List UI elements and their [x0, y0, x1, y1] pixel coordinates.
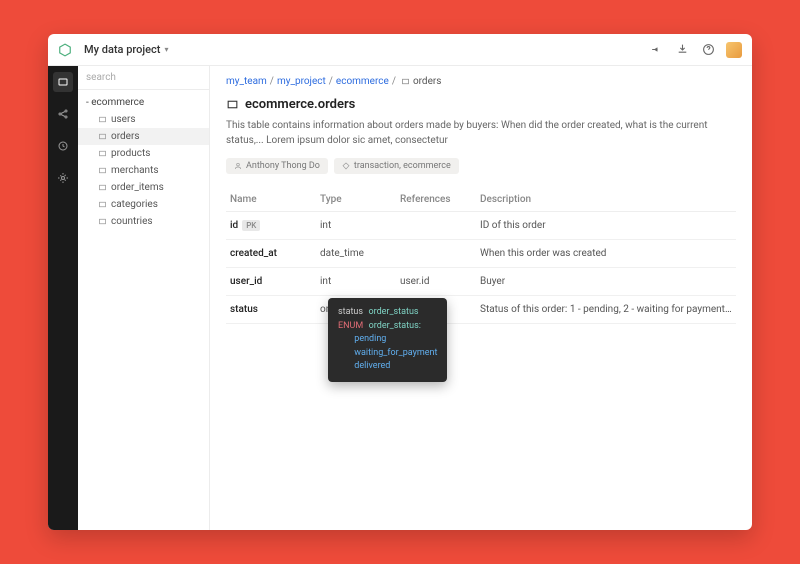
sidebar-item-label: order_items	[111, 182, 164, 193]
col-name: user_id	[226, 268, 316, 296]
tag-icon	[342, 162, 350, 170]
table-icon	[98, 200, 107, 209]
sidebar-item-label: users	[111, 114, 136, 125]
help-icon[interactable]	[700, 42, 716, 58]
columns-table: Name Type References Description id PK in…	[226, 188, 736, 324]
sidebar-item-users[interactable]: users	[78, 111, 209, 128]
table-row[interactable]: user_id int user.id Buyer	[226, 268, 736, 296]
table-header-row: Name Type References Description	[226, 188, 736, 212]
tooltip-enum-name: order_status:	[369, 321, 421, 331]
table-icon	[401, 77, 410, 86]
nav-rail	[48, 66, 78, 530]
page-title-row: ecommerce.orders	[226, 97, 736, 112]
app-window: My data project ▾ search - ecommerce use…	[48, 34, 752, 530]
breadcrumb: my_team/my_project/ecommerce/ orders	[226, 76, 736, 87]
sidebar-item-label: merchants	[111, 165, 159, 176]
tree: - ecommerce users orders products mercha…	[78, 90, 209, 234]
table-row[interactable]: status order_status Status of this order…	[226, 296, 736, 324]
pk-badge: PK	[242, 220, 260, 231]
table-icon	[98, 183, 107, 192]
breadcrumb-link[interactable]: my_team	[226, 76, 267, 87]
rail-tables-icon[interactable]	[53, 72, 73, 92]
col-type: date_time	[316, 240, 396, 268]
tag-label: transaction, ecommerce	[354, 161, 451, 171]
tree-root-label: ecommerce	[91, 97, 144, 108]
chevron-down-icon[interactable]: ▾	[164, 45, 168, 54]
sidebar-item-label: orders	[111, 131, 140, 142]
sidebar-item-products[interactable]: products	[78, 145, 209, 162]
tree-root[interactable]: - ecommerce	[78, 94, 209, 111]
share-icon[interactable]	[648, 42, 664, 58]
tooltip-enum-val: pending	[354, 334, 386, 344]
col-header-type: Type	[316, 188, 396, 212]
project-name[interactable]: My data project	[84, 43, 160, 56]
app-body: search - ecommerce users orders products…	[48, 66, 752, 530]
breadcrumb-link[interactable]: ecommerce	[336, 76, 389, 87]
sidebar: search - ecommerce users orders products…	[78, 66, 210, 530]
search-input[interactable]: search	[78, 66, 209, 90]
table-icon	[98, 132, 107, 141]
sidebar-item-label: categories	[111, 199, 158, 210]
table-icon	[98, 115, 107, 124]
sidebar-item-label: countries	[111, 216, 153, 227]
col-desc: ID of this order	[476, 212, 736, 240]
col-header-name: Name	[226, 188, 316, 212]
rail-share-icon[interactable]	[53, 104, 73, 124]
enum-tooltip: status order_status ENUM order_status: p…	[328, 298, 447, 382]
col-ref	[396, 212, 476, 240]
col-header-description: Description	[476, 188, 736, 212]
tooltip-field: status	[338, 307, 363, 317]
page-title: ecommerce.orders	[245, 97, 355, 112]
table-icon	[98, 166, 107, 175]
tooltip-enum-kw: ENUM	[338, 321, 363, 331]
rail-settings-icon[interactable]	[53, 168, 73, 188]
table-row[interactable]: id PK int ID of this order	[226, 212, 736, 240]
main-content: my_team/my_project/ecommerce/ orders eco…	[210, 66, 752, 530]
avatar[interactable]	[726, 42, 742, 58]
col-desc: Status of this order: 1 - pending, 2 - w…	[476, 296, 736, 324]
sidebar-item-categories[interactable]: categories	[78, 196, 209, 213]
topbar: My data project ▾	[48, 34, 752, 66]
col-ref[interactable]: user.id	[396, 268, 476, 296]
download-icon[interactable]	[674, 42, 690, 58]
col-name: status	[226, 296, 316, 324]
tag-label: Anthony Thong Do	[246, 161, 320, 171]
col-ref	[396, 240, 476, 268]
tooltip-enum-val: waiting_for_payment	[354, 348, 437, 358]
col-desc: Buyer	[476, 268, 736, 296]
table-icon	[98, 149, 107, 158]
table-icon	[98, 217, 107, 226]
col-header-references: References	[396, 188, 476, 212]
sidebar-item-countries[interactable]: countries	[78, 213, 209, 230]
col-type: int	[316, 268, 396, 296]
sidebar-item-order_items[interactable]: order_items	[78, 179, 209, 196]
tag-row: Anthony Thong Do transaction, ecommerce	[226, 158, 736, 174]
sidebar-item-orders[interactable]: orders	[78, 128, 209, 145]
topic-tag[interactable]: transaction, ecommerce	[334, 158, 459, 174]
col-desc: When this order was created	[476, 240, 736, 268]
col-name: id	[230, 220, 238, 231]
sidebar-item-merchants[interactable]: merchants	[78, 162, 209, 179]
breadcrumb-link[interactable]: my_project	[277, 76, 326, 87]
logo-icon	[58, 43, 72, 57]
col-name: created_at	[226, 240, 316, 268]
user-icon	[234, 162, 242, 170]
sidebar-item-label: products	[111, 148, 150, 159]
tooltip-enum-val: delivered	[354, 361, 390, 371]
breadcrumb-current: orders	[413, 76, 442, 87]
tooltip-type: order_status	[368, 307, 418, 317]
table-row[interactable]: created_at date_time When this order was…	[226, 240, 736, 268]
rail-history-icon[interactable]	[53, 136, 73, 156]
page-description: This table contains information about or…	[226, 118, 736, 148]
table-icon	[226, 98, 239, 111]
col-type: int	[316, 212, 396, 240]
owner-tag[interactable]: Anthony Thong Do	[226, 158, 328, 174]
